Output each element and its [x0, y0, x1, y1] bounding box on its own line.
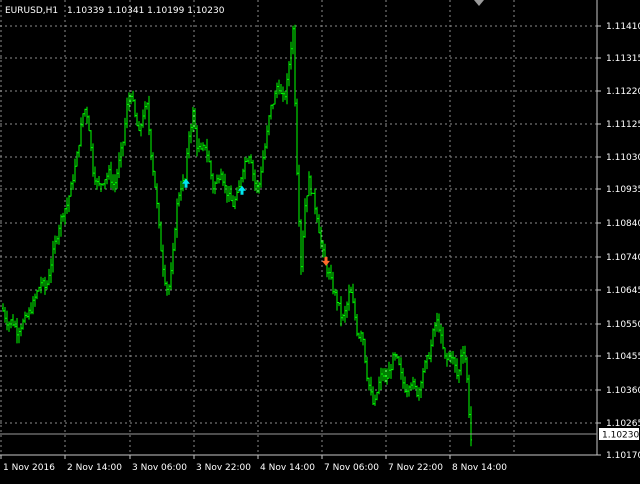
time-tick-label: 7 Nov 06:00 — [324, 463, 379, 473]
ohlc-readout: 1.10339 1.10341 1.10199 1.10230 — [67, 6, 225, 16]
time-tick-label: 1 Nov 2016 — [3, 463, 55, 473]
price-tick-label: 1.11220 — [606, 87, 640, 97]
chart-canvas[interactable]: 1.11410 1.11315 1.11220 1.11125 1.11030 1.109… — [0, 0, 640, 480]
price-tick-label: 1.10170 — [606, 451, 640, 461]
price-tick-label: 1.10550 — [606, 320, 640, 330]
chart-shift-marker-icon[interactable] — [474, 0, 484, 6]
price-tick-label: 1.11030 — [606, 153, 640, 163]
price-tick-label: 1.10935 — [606, 185, 640, 195]
symbol-label: EURUSD,H1 — [5, 6, 58, 16]
current-price-label: 1.10230 — [602, 431, 639, 441]
time-tick-label: 3 Nov 22:00 — [196, 463, 251, 473]
time-tick-label: 7 Nov 22:00 — [388, 463, 443, 473]
sell-arrow-icon[interactable] — [322, 256, 330, 266]
price-tick-label: 1.10840 — [606, 219, 640, 229]
time-tick-label: 8 Nov 14:00 — [452, 463, 507, 473]
time-tick-label: 3 Nov 06:00 — [132, 463, 187, 473]
price-tick-label: 1.11125 — [606, 120, 640, 130]
time-tick-label: 4 Nov 14:00 — [260, 463, 315, 473]
price-tick-label: 1.10455 — [606, 352, 640, 362]
price-tick-label: 1.10360 — [606, 386, 640, 396]
time-tick-label: 2 Nov 14:00 — [67, 463, 122, 473]
price-tick-label: 1.11315 — [606, 54, 640, 64]
price-chart[interactable]: 1.11410 1.11315 1.11220 1.11125 1.11030 1.109… — [0, 0, 640, 480]
price-tick-label: 1.11410 — [606, 22, 640, 32]
price-tick-label: 1.10265 — [606, 419, 640, 429]
price-tick-label: 1.10740 — [606, 253, 640, 263]
price-tick-label: 1.10645 — [606, 286, 640, 296]
